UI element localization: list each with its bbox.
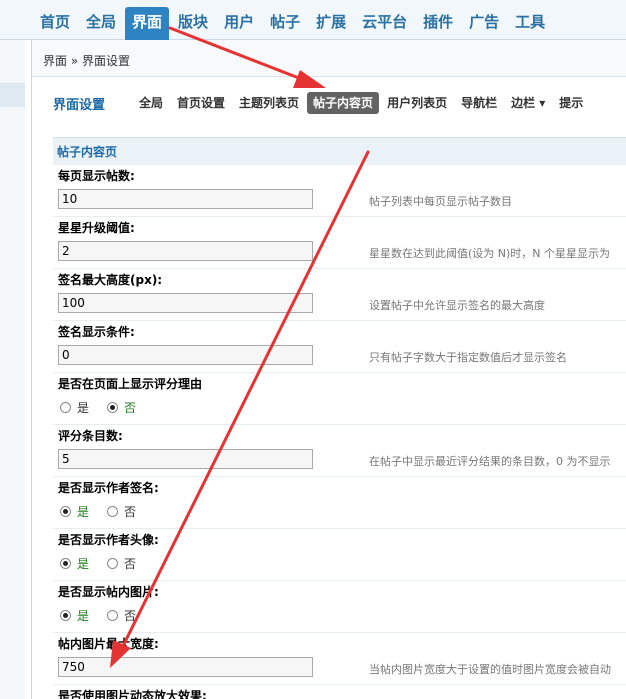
section-header: 帖子内容页 [53,137,626,165]
author-sig-row: 是 否 [53,499,626,529]
page-title: 界面设置 [53,98,106,113]
post-images-row: 是 否 [53,603,626,633]
nav-forums[interactable]: 版块 [171,7,215,40]
post-images-label: 是否显示帖内图片: [58,585,159,599]
image-width-tip: 当帖内图片宽度大于设置的值时图片宽度会被自动 [369,663,611,676]
admin-page: 首页 全局 界面 版块 用户 帖子 扩展 云平台 插件 广告 工具 界面 » 界… [0,0,626,699]
nav-tools[interactable]: 工具 [508,7,552,40]
sidebar-highlight [0,83,25,107]
rate-reason-label: 是否在页面上显示评分理由 [58,377,203,391]
star-threshold-input[interactable] [58,241,313,261]
rate-reason-yes-radio[interactable] [60,402,71,413]
author-avatar-yes-text: 是 [77,557,90,571]
per-page-tip: 帖子列表中每页显示帖子数目 [369,195,512,208]
post-images-no-text: 否 [124,609,137,623]
post-images-yes-radio[interactable] [60,610,71,621]
nav-interface[interactable]: 界面 [125,7,170,40]
rate-reason-yes-text: 是 [77,401,90,415]
sig-height-row: 设置帖子中允许显示签名的最大高度 [53,291,626,321]
per-page-row: 帖子列表中每页显示帖子数目 [53,187,626,217]
author-sig-no-text: 否 [124,505,137,519]
tab-post-content[interactable]: 帖子内容页 [307,92,380,114]
author-sig-yes-text: 是 [77,505,90,519]
author-avatar-label: 是否显示作者头像: [58,533,159,547]
tab-navbar[interactable]: 导航栏 [455,92,503,114]
top-navigation: 首页 全局 界面 版块 用户 帖子 扩展 云平台 插件 广告 工具 [0,0,626,40]
author-sig-label: 是否显示作者签名: [58,481,159,495]
star-threshold-label: 星星升级阈值: [58,221,135,235]
sig-height-label: 签名最大高度(px): [58,273,163,287]
sig-condition-input[interactable] [58,345,313,365]
author-sig-no-radio[interactable] [107,506,119,517]
nav-posts[interactable]: 帖子 [263,7,307,40]
sub-navigation: 界面设置 全局 首页设置 主题列表页 帖子内容页 用户列表页 导航栏 边栏 ▾ … [32,78,626,130]
sig-height-tip: 设置帖子中允许显示签名的最大高度 [369,299,545,312]
breadcrumb: 界面 » 界面设置 [32,40,626,77]
image-width-row: 当帖内图片宽度大于设置的值时图片宽度会被自动 [53,655,626,685]
tab-user-list[interactable]: 用户列表页 [381,92,453,114]
author-sig-yes-radio[interactable] [60,506,71,517]
main-frame: 界面 » 界面设置 界面设置 全局 首页设置 主题列表页 帖子内容页 用户列表页… [31,40,626,699]
rate-count-input[interactable] [58,449,313,469]
rate-reason-row: 是 否 [53,395,626,425]
tab-home-settings[interactable]: 首页设置 [171,92,231,114]
tab-thread-list[interactable]: 主题列表页 [233,92,305,114]
rate-count-tip: 在帖子中显示最近评分结果的条目数，0 为不显示 [369,455,611,468]
image-width-input[interactable] [58,657,313,677]
author-avatar-no-radio[interactable] [107,558,119,569]
per-page-input[interactable] [58,189,313,209]
author-avatar-row: 是 否 [53,551,626,581]
per-page-label: 每页显示帖数: [58,169,135,183]
nav-users[interactable]: 用户 [217,7,261,40]
nav-home[interactable]: 首页 [33,7,77,40]
nav-cloud[interactable]: 云平台 [355,7,414,40]
nav-extensions[interactable]: 扩展 [309,7,353,40]
tab-sidebar-dropdown[interactable]: 边栏 ▾ [505,92,551,114]
image-zoom-label: 是否使用图片动态放大效果: [58,689,207,699]
rate-count-label: 评分条目数: [58,429,123,443]
star-threshold-tip: 星星数在达到此阈值(设为 N)时，N 个星星显示为 [369,247,611,260]
left-sidebar [0,40,25,699]
nav-plugins[interactable]: 插件 [416,7,460,40]
rate-reason-no-radio[interactable] [107,402,119,413]
settings-form: 每页显示帖数: 帖子列表中每页显示帖子数目 星星升级阈值: 星星数在达到此阈值(… [53,165,626,699]
sig-condition-row: 只有帖子字数大于指定数值后才显示签名 [53,343,626,373]
tab-tips[interactable]: 提示 [553,92,589,114]
sig-condition-label: 签名显示条件: [58,325,135,339]
tab-global[interactable]: 全局 [133,92,169,114]
author-avatar-no-text: 否 [124,557,137,571]
rate-reason-no-text: 否 [124,401,137,415]
post-images-yes-text: 是 [77,609,90,623]
nav-global[interactable]: 全局 [79,7,123,40]
sig-height-input[interactable] [58,293,313,313]
nav-ads[interactable]: 广告 [462,7,506,40]
image-width-label: 帖内图片最大宽度: [58,637,159,651]
post-images-no-radio[interactable] [107,610,119,621]
author-avatar-yes-radio[interactable] [60,558,71,569]
rate-count-row: 在帖子中显示最近评分结果的条目数，0 为不显示 [53,447,626,477]
sig-condition-tip: 只有帖子字数大于指定数值后才显示签名 [369,351,567,364]
star-threshold-row: 星星数在达到此阈值(设为 N)时，N 个星星显示为 [53,239,626,269]
